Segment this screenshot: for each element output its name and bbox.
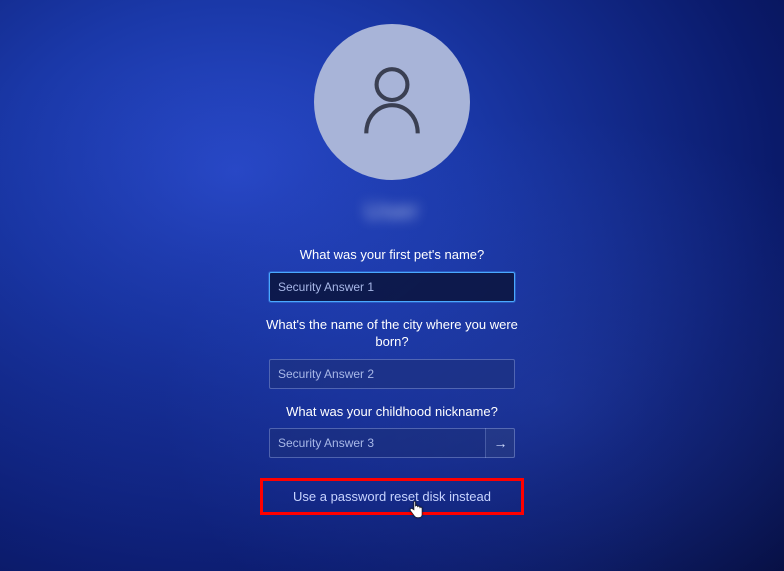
username: User: [365, 198, 420, 228]
user-icon: [360, 64, 424, 141]
submit-arrow-button[interactable]: →: [485, 428, 515, 458]
security-question-3: What was your childhood nickname?: [286, 403, 498, 421]
use-password-reset-disk-link[interactable]: Use a password reset disk instead: [293, 489, 491, 504]
security-question-2: What's the name of the city where you we…: [262, 316, 522, 351]
pointer-cursor-icon: [409, 501, 423, 522]
security-question-1: What was your first pet's name?: [300, 246, 485, 264]
login-security-questions: User What was your first pet's name? Wha…: [0, 0, 784, 571]
security-answer-3-input[interactable]: [269, 428, 515, 458]
security-answer-2-input[interactable]: [269, 359, 515, 389]
avatar: [314, 24, 470, 180]
security-answer-3-row: →: [269, 428, 515, 458]
security-answer-1-row: [269, 272, 515, 302]
reset-disk-highlight: Use a password reset disk instead: [260, 478, 524, 515]
security-answer-1-input[interactable]: [269, 272, 515, 302]
arrow-right-icon: →: [494, 435, 508, 451]
security-answer-2-row: [269, 359, 515, 389]
